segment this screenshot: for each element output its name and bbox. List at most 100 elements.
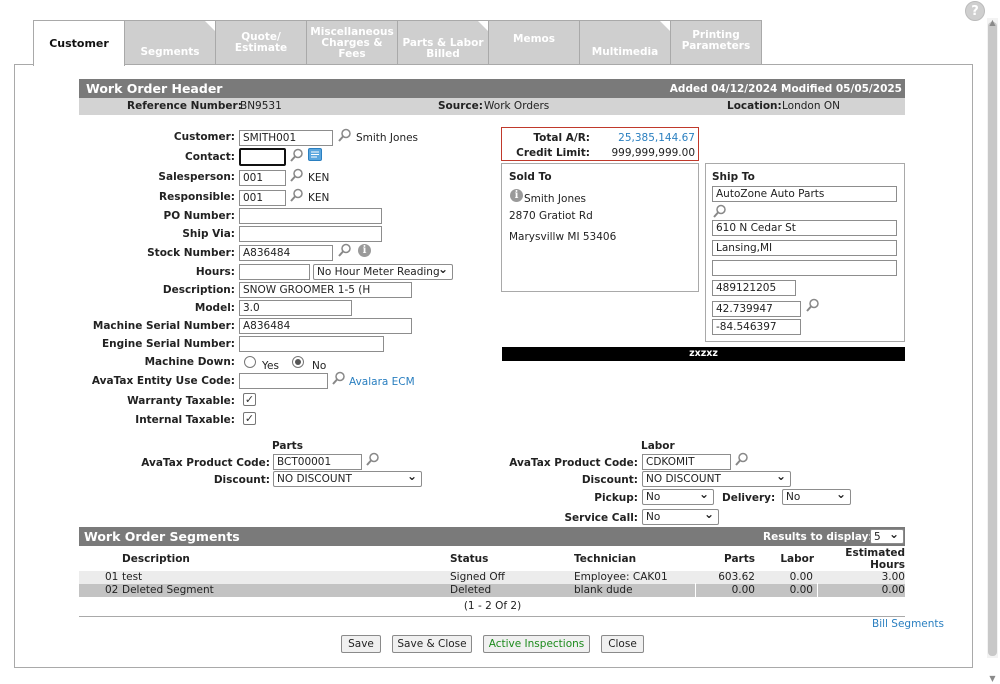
contact-input[interactable] [239,148,286,166]
save-button[interactable]: Save [341,635,381,653]
help-icon[interactable]: ? [965,1,985,21]
salesperson-name: KEN [308,172,330,184]
labor-product-search-icon[interactable] [735,452,749,466]
col-status[interactable]: Status [450,553,488,565]
table-row[interactable]: 01 test Signed Off Employee: CAK01 603.6… [79,571,905,584]
active-inspections-button[interactable]: Active Inspections [483,635,590,653]
tab-printing-parameters[interactable]: Printing Parameters [670,20,762,65]
avatax-entity-input[interactable] [239,373,328,389]
engine-serial-input[interactable] [239,336,384,352]
hour-meter-select[interactable]: No Hour Meter Reading [313,262,453,280]
scrollbar-thumb[interactable] [988,22,997,656]
tab-printing-parameters-label: Printing Parameters [681,29,751,52]
reference-value: BN9531 [240,100,282,112]
credit-limit-value: 999,999,999.00 [611,147,696,159]
machine-down-yes-radio[interactable] [244,356,256,368]
col-estimated-hours[interactable]: Estimated Hours [830,547,905,571]
results-to-display-select[interactable]: 5 [870,527,904,544]
scroll-down-icon[interactable]: ▼ [987,674,998,684]
labor-discount-label: Discount: [581,474,638,486]
responsible-input[interactable]: 001 [239,190,286,206]
delivery-select[interactable]: No [782,487,851,505]
ship-to-phone-input[interactable]: 489121205 [712,280,796,296]
responsible-search-icon[interactable] [290,188,304,202]
customer-input[interactable]: SMITH001 [239,130,333,146]
segments-header-bar: Work Order Segments Results to display: [79,527,905,546]
ship-to-latitude-input[interactable]: 42.739947 [712,301,801,317]
segment-hours: 3.00 [881,571,905,583]
ship-via-input[interactable] [239,226,382,242]
segment-description-link[interactable]: test [122,571,142,583]
col-parts[interactable]: Parts [690,553,755,565]
tab-multimedia[interactable]: Multimedia [579,20,671,65]
po-number-input[interactable] [239,208,382,224]
ship-to-city-input[interactable]: Lansing,MI [712,240,897,256]
labor-discount-select[interactable]: NO DISCOUNT [642,469,791,487]
ship-to-name-input[interactable]: AutoZone Auto Parts [712,186,897,202]
tab-parts-labor-billed-label: Parts & Labor Billed [402,37,484,60]
tab-quote-estimate[interactable]: Quote/ Estimate [215,20,307,65]
customer-search-icon[interactable] [338,128,352,142]
ship-to-line4-input[interactable] [712,260,897,276]
black-banner: zxzxz [502,347,905,361]
labor-product-code-input[interactable]: CDKOMIT [642,454,731,470]
model-input[interactable]: 3.0 [239,300,352,316]
tab-segments-label: Segments [140,45,200,58]
scroll-up-icon[interactable]: ▲ [987,18,998,28]
hours-input[interactable] [239,264,310,280]
segment-hours: 0.00 [881,584,905,596]
col-technician[interactable]: Technician [574,553,636,565]
total-ar-value[interactable]: 25,385,144.67 [618,132,695,144]
parts-product-search-icon[interactable] [366,452,380,466]
ship-to-street-input[interactable]: 610 N Cedar St [712,220,897,236]
ship-to-longitude-input[interactable]: -84.546397 [712,319,801,335]
sold-to-box: Sold To i Smith Jones 2870 Gratiot Rd Ma… [501,163,699,292]
machine-serial-input[interactable]: A836484 [239,318,412,334]
avalara-ecm-link[interactable]: Avalara ECM [349,376,415,388]
service-call-label: Service Call: [564,512,639,524]
stock-search-icon[interactable] [338,243,352,257]
credit-limit-label: Credit Limit: [516,147,590,159]
tab-parts-labor-billed[interactable]: Parts & Labor Billed [397,20,489,65]
service-call-select[interactable]: No [642,507,719,525]
contact-search-icon[interactable] [290,148,304,162]
parts-title: Parts [272,440,303,452]
ship-to-search-icon[interactable] [713,204,727,218]
stock-number-input[interactable]: A836484 [239,245,333,261]
machine-down-no-radio[interactable] [292,356,304,368]
save-close-button[interactable]: Save & Close [392,635,472,653]
parts-product-code-label: AvaTax Product Code: [141,457,270,469]
bill-segments-link[interactable]: Bill Segments [872,618,944,630]
warranty-taxable-checkbox[interactable]: ✓ [243,393,256,406]
work-order-header-bar: Work Order Header Added 04/12/2024 Modif… [79,79,905,98]
close-button[interactable]: Close [601,635,644,653]
salesperson-search-icon[interactable] [290,168,304,182]
stock-number-label: Stock Number: [147,247,235,259]
internal-taxable-checkbox[interactable]: ✓ [243,412,256,425]
stock-info-icon[interactable]: i [358,244,371,257]
segments-title: Work Order Segments [84,529,240,544]
ship-to-geo-search-icon[interactable] [806,298,820,312]
pickup-select[interactable]: No [642,487,714,505]
source-label: Source: [438,100,483,112]
parts-discount-select[interactable]: NO DISCOUNT [273,469,422,487]
table-bottom-border [79,616,905,617]
contact-card-icon[interactable] [308,148,322,161]
reference-label: Reference Number: [127,100,242,112]
parts-product-code-input[interactable]: BCT00001 [273,454,362,470]
segment-description-link[interactable]: Deleted Segment [122,584,214,596]
sold-to-info-icon[interactable]: i [510,189,523,202]
col-description[interactable]: Description [122,553,190,565]
added-modified-text: Added 04/12/2024 Modified 05/05/2025 [669,83,902,95]
tab-segments[interactable]: Segments [124,20,216,65]
col-labor[interactable]: Labor [760,553,814,565]
delivery-label: Delivery: [722,492,776,504]
tab-memos[interactable]: Memos [488,20,580,65]
avatax-entity-search-icon[interactable] [332,371,346,385]
description-input[interactable]: SNOW GROOMER 1-5 (H [239,282,412,298]
tab-quote-estimate-label: Quote/ Estimate [234,31,288,54]
salesperson-input[interactable]: 001 [239,170,286,186]
tab-misc-charges[interactable]: Miscellaneous Charges & Fees [306,20,398,65]
table-row[interactable]: 02 Deleted Segment Deleted blank dude 0.… [79,584,905,597]
tab-customer[interactable]: Customer [33,20,125,66]
